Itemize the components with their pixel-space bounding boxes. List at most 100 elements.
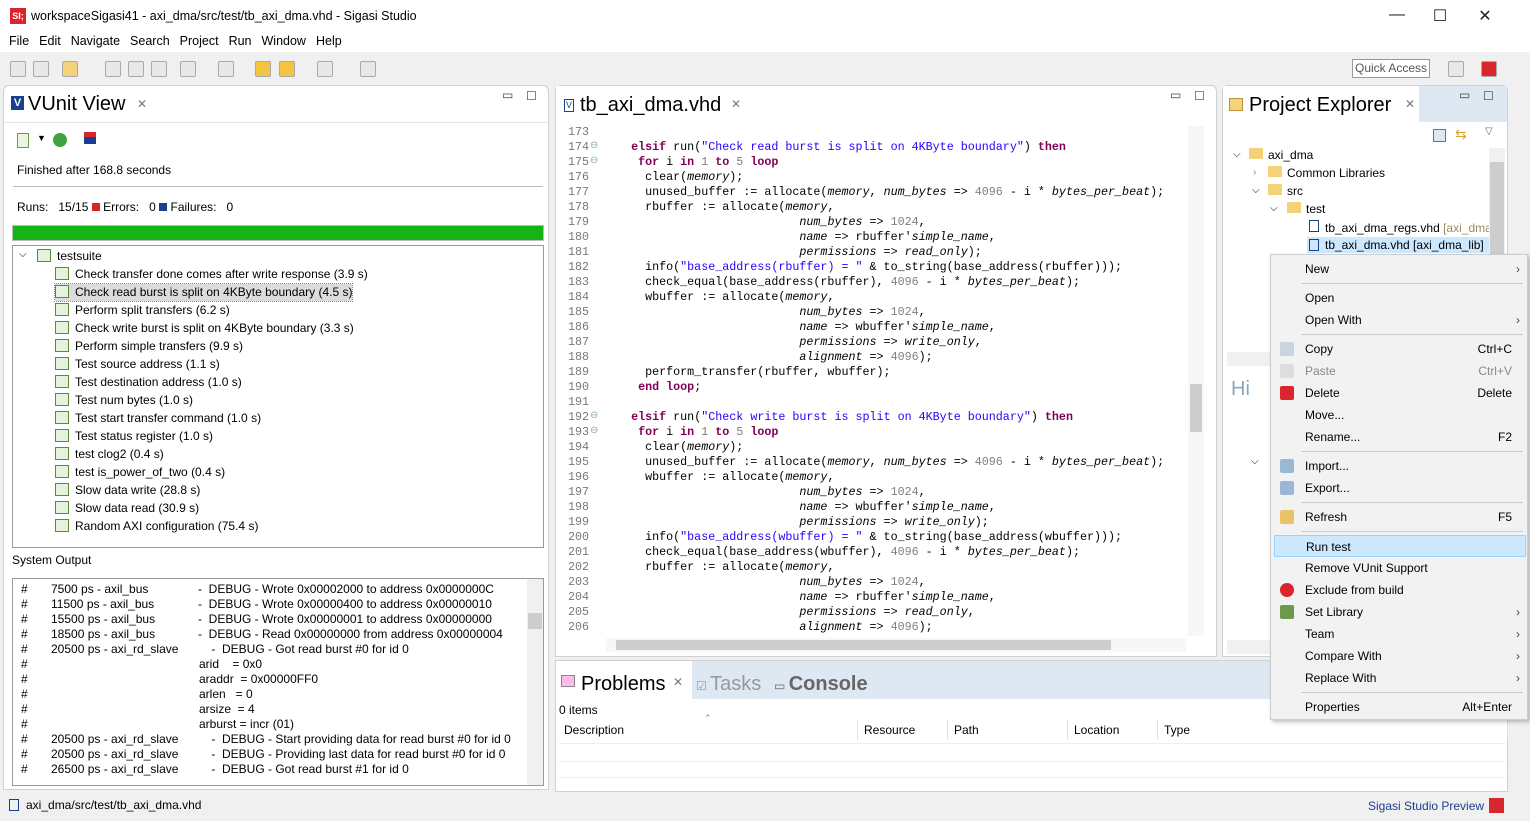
test-item[interactable]: Test source address (1.1 s) — [55, 356, 220, 373]
close-tab-icon[interactable]: ✕ — [731, 97, 741, 111]
fold-icon[interactable]: ⊖ — [590, 410, 598, 421]
test-item[interactable]: Test status register (1.0 s) — [55, 428, 213, 445]
view-menu-icon[interactable]: ▽ — [1485, 126, 1493, 137]
column-header-path[interactable]: Path — [948, 720, 1068, 740]
close-tab-icon[interactable]: ✕ — [673, 675, 683, 689]
collapse-icon[interactable]: ⌵ — [19, 249, 27, 260]
test-item[interactable]: Test num bytes (1.0 s) — [55, 392, 193, 409]
menu-item-open-with[interactable]: Open With › — [1274, 309, 1526, 331]
pin-icon[interactable] — [360, 61, 376, 77]
tree-common-libraries[interactable]: Common Libraries — [1268, 166, 1385, 180]
back-icon[interactable] — [279, 61, 295, 77]
tree-file-selected[interactable]: tb_axi_dma.vhd [axi_dma_lib] — [1307, 237, 1489, 253]
test-item[interactable]: Test destination address (1.0 s) — [55, 374, 242, 391]
system-output[interactable]: #7500 ps - axil_bus - DEBUG - Wrote 0x000… — [12, 578, 544, 786]
maximize-icon[interactable]: ☐ — [1194, 89, 1205, 103]
sigasi-perspective-icon[interactable] — [1481, 61, 1497, 77]
menu-item-remove-vunit-support[interactable]: Remove VUnit Support — [1274, 557, 1526, 579]
maximize-button[interactable]: ☐ — [1430, 6, 1450, 26]
test-item[interactable]: Test start transfer command (1.0 s) — [55, 410, 261, 427]
menu-search[interactable]: Search — [121, 32, 170, 48]
test-item[interactable]: Check write burst is split on 4KByte bou… — [55, 320, 354, 337]
build-icon[interactable] — [62, 61, 78, 77]
editor-vscrollbar[interactable] — [1188, 126, 1204, 636]
fold-icon[interactable]: ⊖ — [590, 140, 598, 151]
previous-annotation-icon[interactable] — [218, 61, 234, 77]
test-item[interactable]: Slow data read (30.9 s) — [55, 500, 199, 517]
close-tab-icon[interactable]: ✕ — [137, 97, 147, 111]
explorer-tab[interactable]: Project Explorer ✕ — [1223, 86, 1419, 122]
test-item[interactable]: Check transfer done comes after write re… — [55, 266, 368, 283]
tree-src[interactable]: src — [1268, 184, 1303, 198]
menu-item-copy[interactable]: Copy Ctrl+C — [1274, 338, 1526, 360]
rerun-icon[interactable] — [53, 133, 67, 147]
minimize-button[interactable]: — — [1387, 6, 1407, 26]
menu-item-paste[interactable]: Paste Ctrl+V — [1274, 360, 1526, 382]
save-icon[interactable] — [10, 61, 26, 77]
show-failures-icon[interactable] — [84, 132, 96, 144]
fold-icon[interactable]: ⊖ — [590, 425, 598, 436]
test-item[interactable]: Slow data write (28.8 s) — [55, 482, 200, 499]
open-perspective-icon[interactable] — [1448, 61, 1464, 77]
editor-hscrollbar[interactable] — [606, 638, 1186, 652]
menu-item-exclude-from-build[interactable]: Exclude from build — [1274, 579, 1526, 601]
show-whitespace-icon[interactable] — [151, 61, 167, 77]
vunit-tab[interactable]: V VUnit View ✕ — [4, 86, 434, 122]
menu-item-replace-with[interactable]: Replace With › — [1274, 667, 1526, 689]
tab-console[interactable]: ▭ Console — [774, 673, 868, 696]
close-button[interactable]: ✕ — [1475, 6, 1495, 26]
menu-navigate[interactable]: Navigate — [62, 32, 120, 48]
menu-item-open[interactable]: Open — [1274, 287, 1526, 309]
column-header-location[interactable]: Location — [1068, 720, 1158, 740]
link-editor-icon[interactable]: ⇆ — [1455, 126, 1467, 143]
menu-item-compare-with[interactable]: Compare With › — [1274, 645, 1526, 667]
menu-item-new[interactable]: New › — [1274, 258, 1526, 280]
menu-help[interactable]: Help — [307, 32, 342, 48]
menu-item-properties[interactable]: Properties Alt+Enter — [1274, 696, 1526, 718]
test-item[interactable]: Check read burst is split on 4KByte boun… — [53, 283, 354, 302]
menu-item-refresh[interactable]: Refresh F5 — [1274, 506, 1526, 528]
minimize-icon[interactable]: ▭ — [1170, 88, 1181, 102]
tab-problems[interactable]: Problems ✕ — [556, 661, 692, 699]
quick-access-input[interactable]: Quick Access — [1352, 59, 1430, 78]
minimize-icon[interactable]: ▭ — [1459, 88, 1470, 102]
test-list-icon[interactable] — [17, 133, 29, 148]
tree-file-regs[interactable]: tb_axi_dma_regs.vhd [axi_dma_ — [1309, 220, 1489, 235]
close-tab-icon[interactable]: ✕ — [1405, 97, 1415, 111]
editor-tab[interactable]: V tb_axi_dma.vhd ✕ — [556, 86, 748, 122]
toggle-comment-icon[interactable] — [105, 61, 121, 77]
collapse-all-icon[interactable] — [1433, 129, 1446, 142]
column-header-resource[interactable]: Resource — [858, 720, 948, 740]
minimize-icon[interactable]: ▭ — [502, 88, 513, 102]
menu-item-move[interactable]: Move... — [1274, 404, 1526, 426]
code-area[interactable]: elsif run("Check read burst is split on … — [603, 125, 1164, 635]
save-all-icon[interactable] — [33, 61, 49, 77]
last-edit-icon[interactable] — [255, 61, 271, 77]
maximize-icon[interactable]: ☐ — [1483, 89, 1494, 103]
output-scrollbar[interactable] — [527, 579, 543, 785]
forward-icon[interactable] — [317, 61, 333, 77]
menu-run[interactable]: Run — [220, 32, 252, 48]
dropdown-icon[interactable]: ▼ — [37, 133, 46, 143]
test-item[interactable]: Perform simple transfers (9.9 s) — [55, 338, 243, 355]
test-item[interactable]: Random AXI configuration (75.4 s) — [55, 518, 258, 535]
test-item[interactable]: Perform split transfers (6.2 s) — [55, 302, 230, 319]
hierarchy-tab[interactable]: Hi — [1231, 378, 1250, 401]
menu-project[interactable]: Project — [171, 32, 219, 48]
next-annotation-icon[interactable] — [180, 61, 196, 77]
menu-window[interactable]: Window — [253, 32, 306, 48]
menu-item-set-library[interactable]: Set Library › — [1274, 601, 1526, 623]
block-icon[interactable] — [128, 61, 144, 77]
menu-item-rename[interactable]: Rename... F2 — [1274, 426, 1526, 448]
menu-item-team[interactable]: Team › — [1274, 623, 1526, 645]
tab-tasks[interactable]: ☑ Tasks — [696, 673, 761, 696]
menu-item-import[interactable]: Import... — [1274, 455, 1526, 477]
menu-edit[interactable]: Edit — [30, 32, 61, 48]
test-item[interactable]: test is_power_of_two (0.4 s) — [55, 464, 225, 481]
menu-file[interactable]: File — [0, 32, 29, 48]
tree-project[interactable]: axi_dma — [1249, 148, 1313, 162]
menu-item-export[interactable]: Export... — [1274, 477, 1526, 499]
menu-item-run-test[interactable]: Run test — [1274, 535, 1526, 557]
test-item[interactable]: test clog2 (0.4 s) — [55, 446, 164, 463]
fold-icon[interactable]: ⊖ — [590, 155, 598, 166]
